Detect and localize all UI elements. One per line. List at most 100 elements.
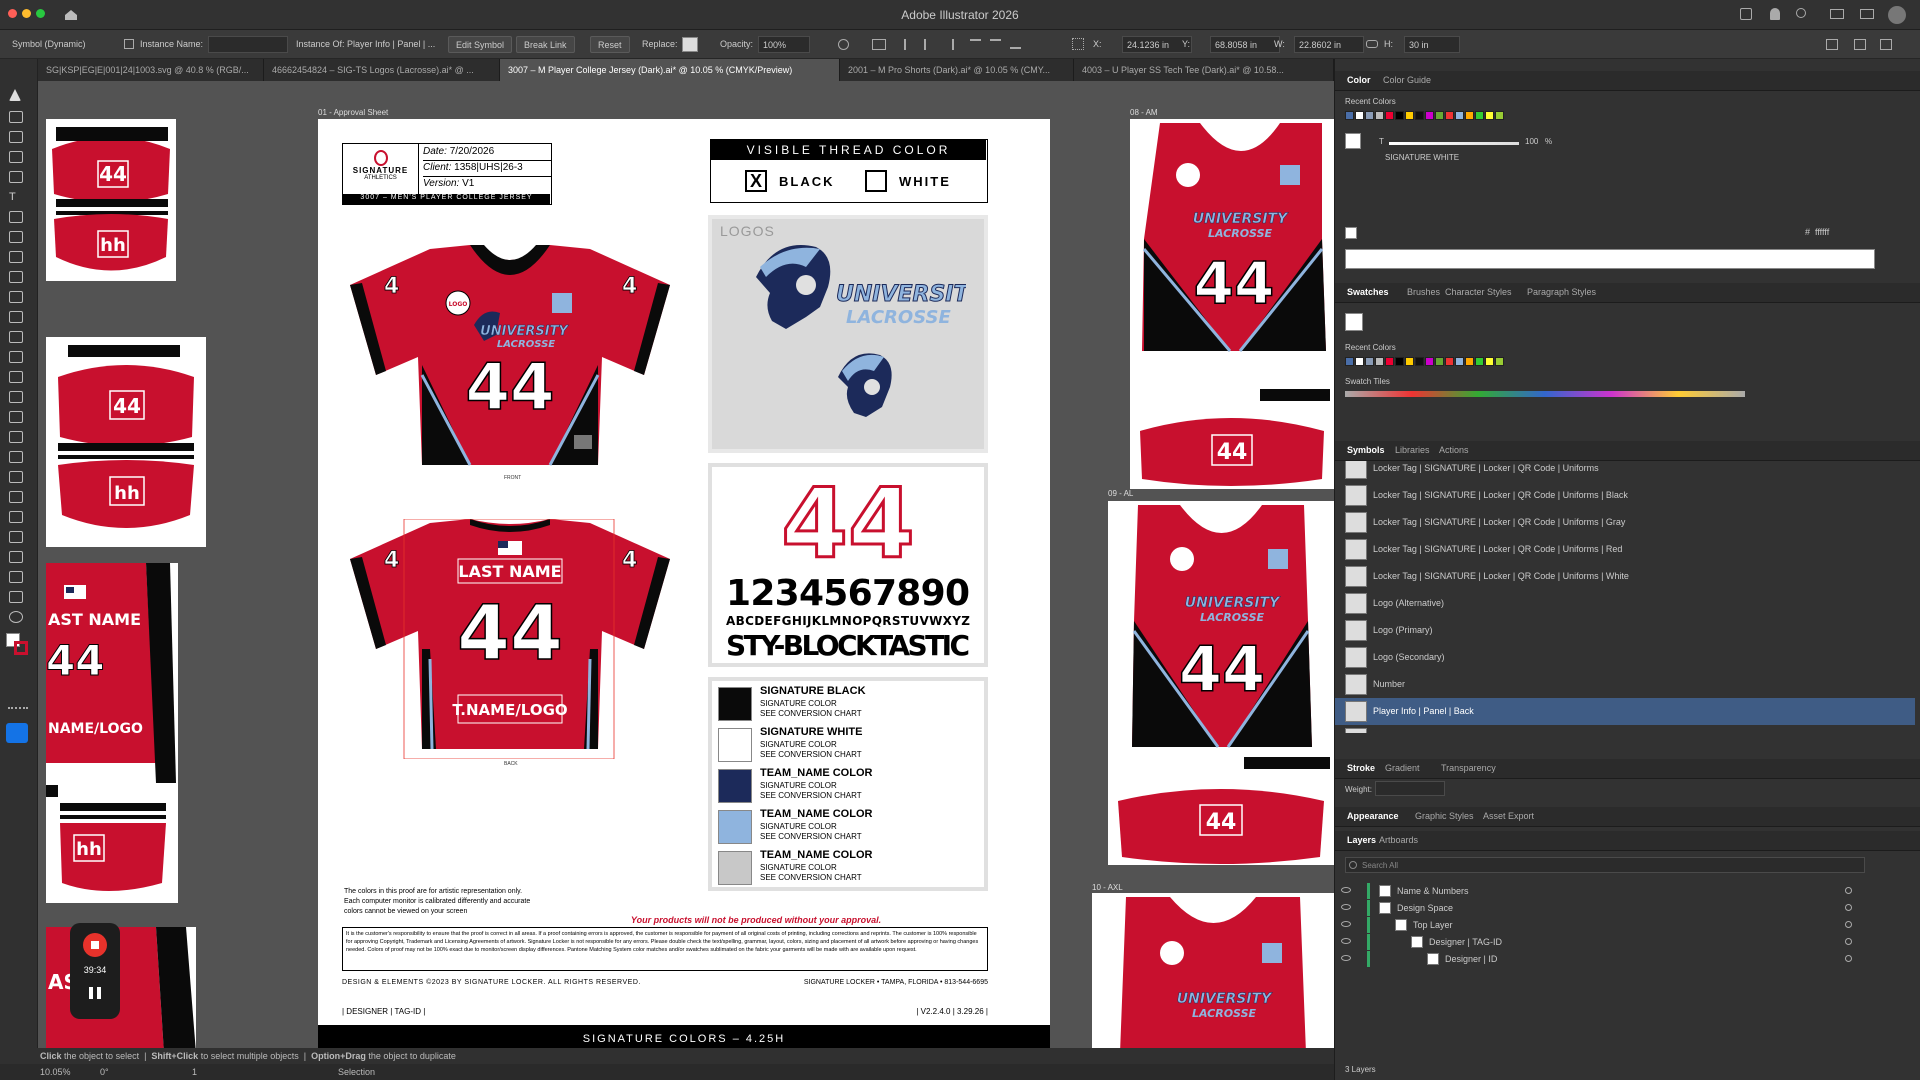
- symbol-item[interactable]: Locker Tag | SIGNATURE | Locker | QR Cod…: [1335, 482, 1915, 509]
- eyedropper-tool-icon[interactable]: [9, 471, 23, 483]
- artboard-side-panel-2[interactable]: AS: [46, 927, 196, 1053]
- color-swatch[interactable]: [1365, 111, 1374, 120]
- color-swatch[interactable]: [1405, 357, 1414, 366]
- transform-icon[interactable]: [1854, 39, 1866, 50]
- bell-icon[interactable]: [1770, 8, 1780, 20]
- tab-gradient[interactable]: Gradient: [1385, 759, 1430, 777]
- color-swatch[interactable]: [1425, 111, 1434, 120]
- align-hcenter-icon[interactable]: [924, 39, 934, 50]
- align-vcenter-icon[interactable]: [990, 39, 1001, 49]
- record-stop-button[interactable]: [83, 933, 107, 957]
- symbol-item[interactable]: Logo (Alternative): [1335, 590, 1915, 617]
- share-icon[interactable]: [1740, 8, 1752, 20]
- artboard-number[interactable]: 1: [192, 1067, 197, 1077]
- align-bottom-icon[interactable]: [1010, 39, 1021, 49]
- symbol-item[interactable]: Locker Tag | SIGNATURE | Locker | QR Cod…: [1335, 536, 1915, 563]
- symbol-sprayer-tool-icon[interactable]: [9, 511, 23, 523]
- symbol-item[interactable]: Logo (Primary): [1335, 617, 1915, 644]
- canvas[interactable]: 44 hh 44 hh AST NAME 44 NAME/LOGO hh AS …: [38, 81, 1334, 1053]
- color-swatch[interactable]: [1465, 357, 1474, 366]
- magic-wand-tool-icon[interactable]: [9, 131, 23, 143]
- tab-symbols[interactable]: Symbols: [1347, 441, 1395, 459]
- blend-tool-icon[interactable]: [9, 491, 23, 503]
- color-swatch[interactable]: [1475, 357, 1484, 366]
- align-left-icon[interactable]: [904, 39, 914, 50]
- none-swatch[interactable]: [1345, 227, 1357, 239]
- recent-colors-row-2[interactable]: [1345, 357, 1505, 368]
- swatch-tiles-row[interactable]: [1345, 391, 1745, 397]
- lacrosse-logos[interactable]: UNIVERSITY LACROSSE: [736, 237, 966, 447]
- color-swatch[interactable]: [1355, 357, 1364, 366]
- hex-value[interactable]: ffffff: [1815, 227, 1829, 237]
- opacity-input[interactable]: 100%: [758, 36, 810, 53]
- pencil-tool-icon[interactable]: [9, 271, 23, 283]
- color-swatch[interactable]: [1365, 357, 1374, 366]
- paintbrush-tool-icon[interactable]: [9, 251, 23, 263]
- fill-swatch[interactable]: [1345, 133, 1361, 149]
- line-tool-icon[interactable]: [9, 211, 23, 223]
- thread-black-checkbox[interactable]: X: [745, 170, 767, 192]
- arrange-documents-icon[interactable]: [1826, 39, 1838, 50]
- stroke-color-icon[interactable]: [14, 641, 28, 655]
- color-swatch[interactable]: [1345, 111, 1354, 120]
- color-swatch[interactable]: [1455, 111, 1464, 120]
- gradient-tool-icon[interactable]: [9, 451, 23, 463]
- reference-point-icon[interactable]: [1072, 38, 1084, 50]
- color-swatch[interactable]: [1395, 111, 1404, 120]
- target-icon[interactable]: [1845, 887, 1852, 894]
- color-swatch[interactable]: [1485, 111, 1494, 120]
- search-icon[interactable]: [1796, 8, 1806, 18]
- symbol-item[interactable]: Locker Tag | SIGNATURE | Locker | QR Cod…: [1335, 563, 1915, 590]
- color-swatch[interactable]: [1465, 111, 1474, 120]
- tab-color-guide[interactable]: Color Guide: [1383, 71, 1441, 89]
- recolor-icon[interactable]: [838, 39, 849, 50]
- color-swatch[interactable]: [1495, 357, 1504, 366]
- swatch-fill-preview[interactable]: [1345, 313, 1363, 331]
- color-swatch[interactable]: [1385, 111, 1394, 120]
- hand-tool-icon[interactable]: [9, 591, 23, 603]
- zoom-window-button[interactable]: [36, 9, 45, 18]
- target-icon[interactable]: [1845, 938, 1852, 945]
- target-icon[interactable]: [1845, 921, 1852, 928]
- instance-of-label[interactable]: Instance Of: Player Info | Panel | ...: [296, 39, 435, 49]
- symbol-item[interactable]: Player Info | Panel | Back: [1335, 698, 1915, 725]
- color-swatch[interactable]: [1405, 111, 1414, 120]
- tab-stroke[interactable]: Stroke: [1347, 759, 1385, 777]
- arrange-icon[interactable]: [1860, 9, 1874, 19]
- perspective-grid-tool-icon[interactable]: [9, 411, 23, 423]
- eye-icon[interactable]: [1341, 938, 1351, 944]
- color-swatch[interactable]: [1455, 357, 1464, 366]
- color-swatch[interactable]: [1345, 357, 1354, 366]
- tab-document-1[interactable]: SG|KSP|EG|E|001|24|1003.svg @ 40.8 % (RG…: [38, 59, 264, 81]
- constrain-proportions-icon[interactable]: [1366, 40, 1378, 48]
- align-to-icon[interactable]: [872, 39, 886, 50]
- artboard-tool-icon[interactable]: [9, 551, 23, 563]
- color-swatch[interactable]: [1435, 111, 1444, 120]
- color-swatch[interactable]: [1355, 111, 1364, 120]
- tab-brushes[interactable]: Brushes: [1407, 283, 1450, 301]
- color-swatch[interactable]: [1385, 357, 1394, 366]
- eraser-tool-icon[interactable]: [9, 291, 23, 303]
- active-tool-icon[interactable]: [6, 723, 28, 743]
- workspace-icon[interactable]: [1830, 9, 1844, 19]
- layer-row[interactable]: Designer | TAG-ID: [1335, 934, 1920, 951]
- y-input[interactable]: 68.8058 in: [1210, 36, 1280, 53]
- artboard-collar-1[interactable]: 44 hh: [46, 119, 176, 281]
- slice-tool-icon[interactable]: [9, 571, 23, 583]
- color-swatch[interactable]: [1415, 111, 1424, 120]
- tab-asset-export[interactable]: Asset Export: [1483, 807, 1544, 825]
- direct-selection-tool-icon[interactable]: [9, 111, 23, 123]
- type-tool-icon[interactable]: T: [9, 191, 23, 203]
- recent-colors-row[interactable]: [1345, 111, 1505, 122]
- scale-tool-icon[interactable]: [9, 331, 23, 343]
- jersey-front[interactable]: 4 4 LOGO UNIVERSITY LACROSSE 44: [340, 245, 680, 475]
- eye-icon[interactable]: [1341, 904, 1351, 910]
- thread-white-checkbox[interactable]: [865, 170, 887, 192]
- tab-document-5[interactable]: 4003 – U Player SS Tech Tee (Dark).ai* @…: [1074, 59, 1334, 81]
- color-swatch[interactable]: [1375, 357, 1384, 366]
- eye-icon[interactable]: [1341, 921, 1351, 927]
- minimize-window-button[interactable]: [22, 9, 31, 18]
- tab-document-4[interactable]: 2001 – M Pro Shorts (Dark).ai* @ 10.05 %…: [840, 59, 1074, 81]
- eye-icon[interactable]: [1341, 887, 1351, 893]
- rectangle-tool-icon[interactable]: [9, 231, 23, 243]
